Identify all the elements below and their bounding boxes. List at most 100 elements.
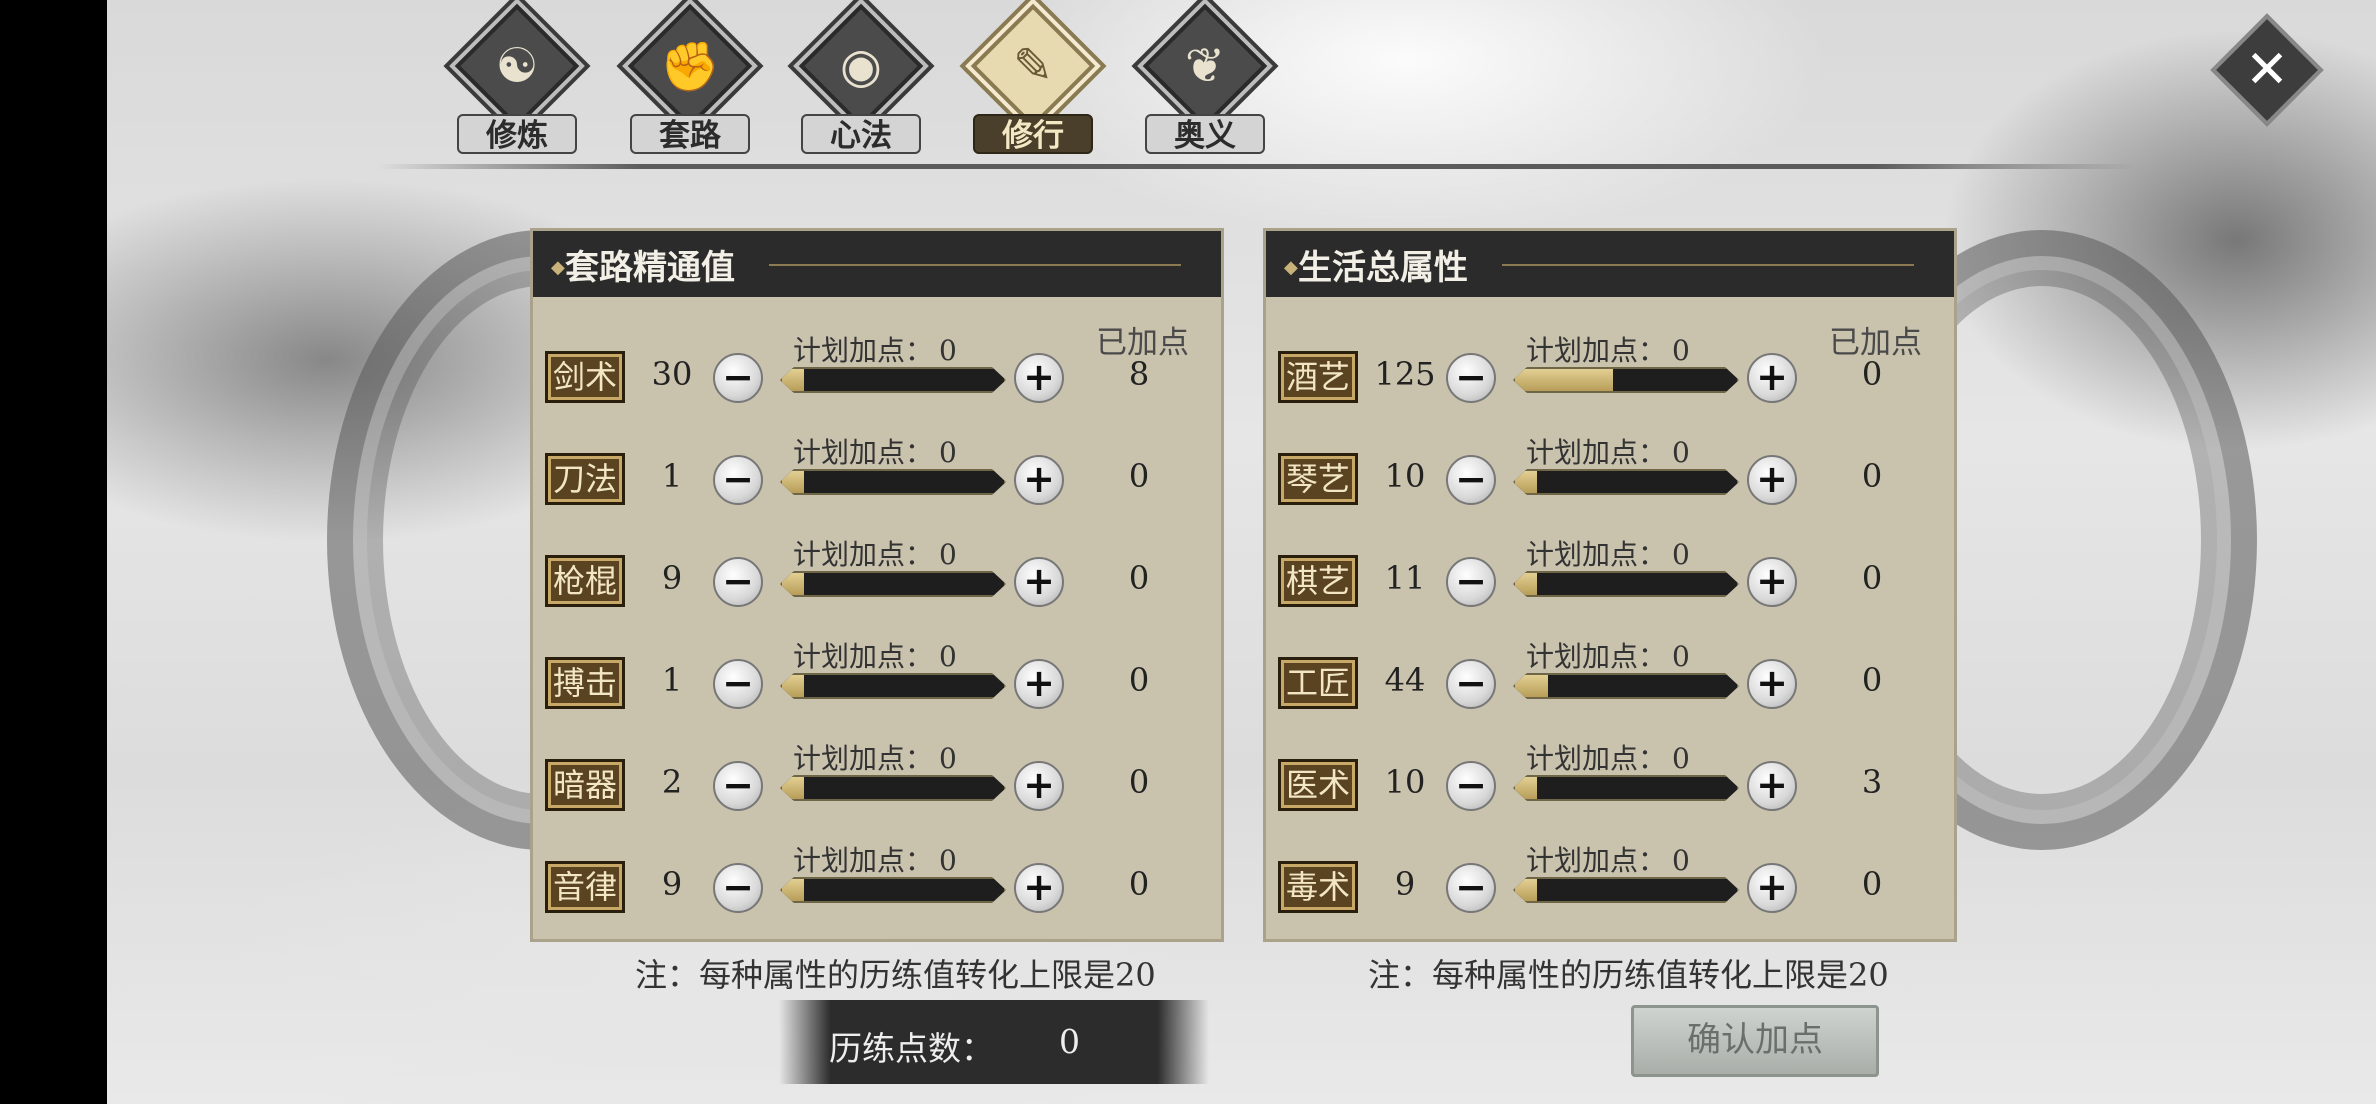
points-slider[interactable] [780,367,1006,393]
added-points-value: 0 [1128,661,1150,699]
bullet-icon: ◆ [551,257,565,278]
attribute-row: 毒术 9− 计划加点： 0 +0 [1266,841,1954,931]
planned-points-value: 0 [939,436,957,469]
attribute-row: 棋艺 11− 计划加点： 0 +0 [1266,535,1954,625]
skill-value: 9 [661,559,683,597]
points-slider[interactable] [1513,775,1739,801]
planned-points-value: 0 [1672,742,1690,775]
swirl-icon: ◉ [840,38,882,94]
increase-button[interactable]: + [1747,353,1797,403]
decrease-button[interactable]: − [1446,455,1496,505]
points-slider[interactable] [780,571,1006,597]
skill-name-badge: 剑术 [545,351,625,403]
slider-fill [782,471,804,493]
skill-name-badge: 琴艺 [1278,453,1358,505]
decrease-button[interactable]: − [713,863,763,913]
increase-button[interactable]: + [1014,455,1064,505]
slider-fill [1515,573,1537,595]
skill-value: 30 [651,355,693,393]
planned-points-text: 计划加点： 0 [1526,533,1690,573]
tab-mystery[interactable]: ❦ 奥义 [1125,3,1285,154]
increase-button[interactable]: + [1014,557,1064,607]
decrease-button[interactable]: − [1446,761,1496,811]
skill-name-badge: 刀法 [545,453,625,505]
decrease-button[interactable]: − [1446,353,1496,403]
flame-icon: ❦ [1184,38,1226,94]
decrease-button[interactable]: − [713,353,763,403]
increase-button[interactable]: + [1014,863,1064,913]
added-points-value: 3 [1861,763,1883,801]
header-divider [1502,264,1914,266]
routine-mastery-panel: ◆ 套路精通值 已加点 剑术 30− 计划加点： 0 +8 刀法 1− 计划加点： 0 +0 枪棍 9… [530,228,1224,942]
decrease-button[interactable]: − [713,659,763,709]
fist-icon: ✊ [660,39,720,95]
added-points-value: 0 [1128,559,1150,597]
planned-points-value: 0 [1672,436,1690,469]
tab-mind-method[interactable]: ◉ 心法 [781,3,941,154]
added-points-value: 0 [1128,763,1150,801]
planned-points-label: 计划加点： [793,538,934,571]
panel-header: ◆ 套路精通值 [533,231,1221,297]
added-points-value: 0 [1861,457,1883,495]
increase-button[interactable]: + [1747,761,1797,811]
added-points-value: 0 [1861,661,1883,699]
decrease-button[interactable]: − [1446,863,1496,913]
skill-name-badge: 酒艺 [1278,351,1358,403]
tab-cultivation[interactable]: ☯ 修炼 [437,3,597,154]
decrease-button[interactable]: − [713,455,763,505]
tab-label: 修行 [973,114,1093,154]
skill-value: 10 [1384,457,1426,495]
skill-value: 2 [661,763,683,801]
slider-fill [1515,471,1537,493]
planned-points-label: 计划加点： [793,334,934,367]
planned-points-label: 计划加点： [1526,640,1667,673]
points-slider[interactable] [780,775,1006,801]
decrease-button[interactable]: − [713,761,763,811]
tab-label: 心法 [801,114,921,154]
points-slider[interactable] [1513,367,1739,393]
decrease-button[interactable]: − [1446,659,1496,709]
skill-name-badge: 暗器 [545,759,625,811]
increase-button[interactable]: + [1014,659,1064,709]
game-screen: ☯ 修炼 ✊ 套路 ◉ 心法 ✎ 修行 ❦ 奥义 ✕ ◆ 套路精通值 已加点 剑… [107,0,2376,1104]
attribute-row: 琴艺 10− 计划加点： 0 +0 [1266,433,1954,523]
increase-button[interactable]: + [1014,761,1064,811]
points-slider[interactable] [1513,571,1739,597]
slider-fill [782,879,804,901]
panel-title: 生活总属性 [1298,248,1468,288]
skill-name-badge: 棋艺 [1278,555,1358,607]
added-points-value: 0 [1861,355,1883,393]
tab-practice[interactable]: ✎ 修行 [953,3,1113,154]
planned-points-text: 计划加点： 0 [1526,839,1690,879]
skill-value: 11 [1384,559,1426,597]
slider-fill [1515,675,1548,697]
attribute-row: 搏击 1− 计划加点： 0 +0 [533,637,1221,727]
planned-points-text: 计划加点： 0 [793,737,957,777]
confirm-allocation-button[interactable]: 确认加点 [1631,1005,1879,1077]
increase-button[interactable]: + [1014,353,1064,403]
tab-routine[interactable]: ✊ 套路 [610,3,770,154]
close-icon: ✕ [2245,40,2289,100]
points-slider[interactable] [780,673,1006,699]
planned-points-label: 计划加点： [1526,844,1667,877]
planned-points-label: 计划加点： [1526,334,1667,367]
skill-name-badge: 工匠 [1278,657,1358,709]
increase-button[interactable]: + [1747,557,1797,607]
planned-points-value: 0 [939,640,957,673]
points-slider[interactable] [780,877,1006,903]
points-slider[interactable] [1513,469,1739,495]
increase-button[interactable]: + [1747,659,1797,709]
added-points-value: 0 [1128,457,1150,495]
skill-value: 9 [1394,865,1416,903]
decrease-button[interactable]: − [713,557,763,607]
increase-button[interactable]: + [1747,455,1797,505]
planned-points-label: 计划加点： [1526,436,1667,469]
planned-points-text: 计划加点： 0 [1526,431,1690,471]
points-slider[interactable] [780,469,1006,495]
decrease-button[interactable]: − [1446,557,1496,607]
points-slider[interactable] [1513,673,1739,699]
points-slider[interactable] [1513,877,1739,903]
planned-points-label: 计划加点： [793,640,934,673]
skill-value: 10 [1384,763,1426,801]
increase-button[interactable]: + [1747,863,1797,913]
